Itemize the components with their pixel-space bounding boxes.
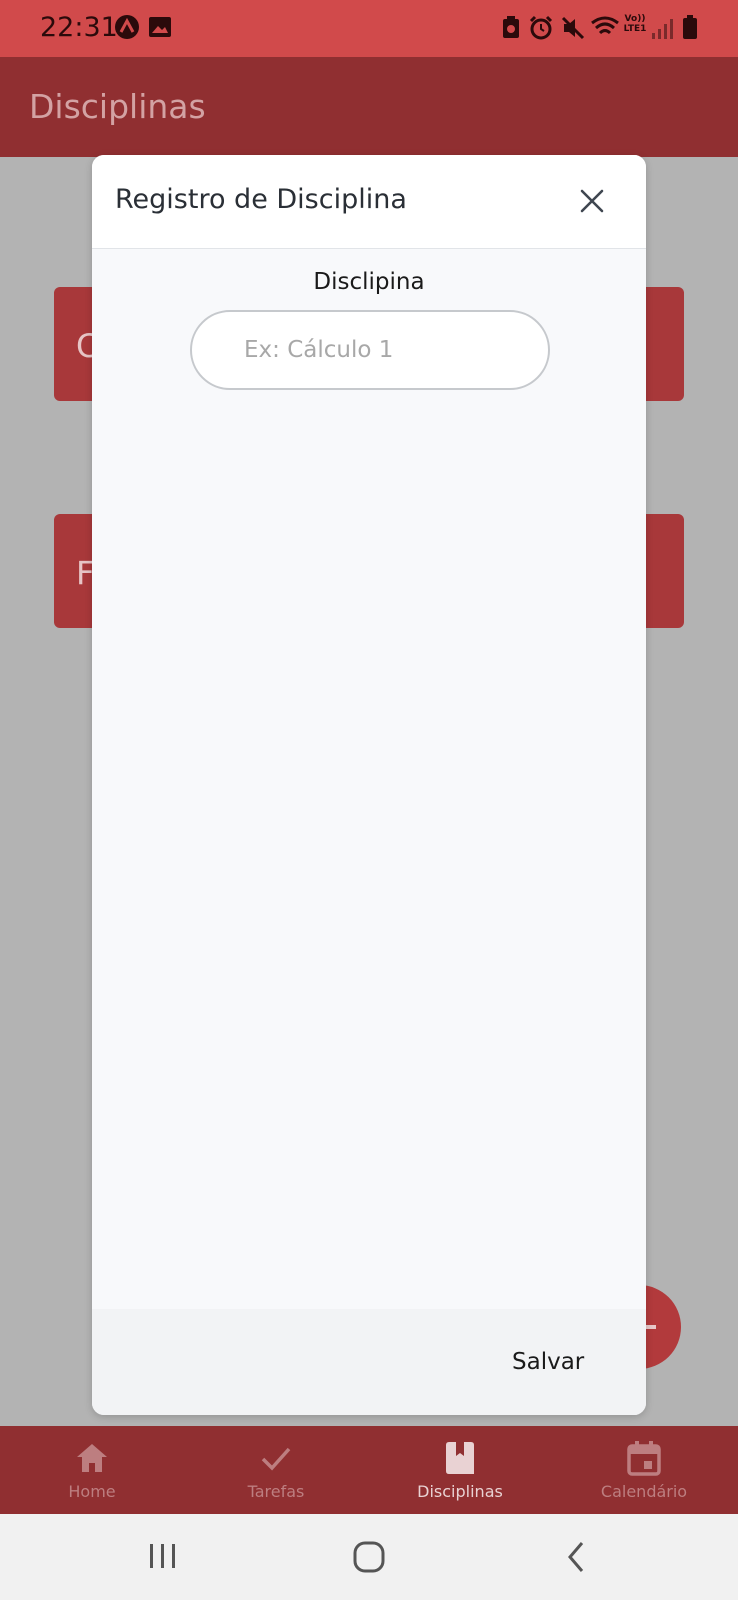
volte-indicator: Vo)) LTE1: [622, 14, 648, 34]
modal-footer: Salvar: [92, 1309, 646, 1415]
recent-apps-icon[interactable]: [148, 1540, 178, 1572]
book-icon: [446, 1442, 474, 1474]
discipline-field-label: Disclipina: [313, 269, 425, 295]
network-label: LTE1: [623, 24, 647, 34]
app-bar: Disciplinas: [0, 57, 738, 157]
tab-calendario[interactable]: Calendário: [552, 1426, 736, 1514]
home-icon: [77, 1444, 107, 1472]
modal-title: Registro de Disciplina: [115, 184, 407, 215]
tab-label: Calendário: [600, 1482, 688, 1501]
status-bar: 22:31 Vo)) LTE1: [0, 0, 738, 57]
battery-saver-icon: [503, 16, 519, 38]
modal-header: Registro de Disciplina: [92, 155, 646, 249]
tab-tarefas[interactable]: Tarefas: [184, 1426, 368, 1514]
page-title: Disciplinas: [29, 87, 206, 126]
tab-disciplinas[interactable]: Disciplinas: [368, 1426, 552, 1514]
discipline-name-input[interactable]: [190, 310, 550, 390]
close-icon[interactable]: [574, 183, 610, 219]
save-button[interactable]: Salvar: [512, 1349, 584, 1375]
tab-label: Home: [68, 1482, 116, 1501]
volte-label: Vo)): [624, 14, 646, 24]
mute-icon: [561, 16, 585, 40]
system-nav-bar: [0, 1514, 738, 1600]
home-button-icon[interactable]: [352, 1540, 386, 1574]
battery-icon: [683, 15, 697, 39]
image-notification-icon: [149, 17, 171, 37]
wifi-icon: [591, 16, 619, 35]
app-notification-icon: [115, 15, 139, 39]
screen: 22:31 Vo)) LTE1 Disciplinas C F Registro…: [0, 0, 738, 1600]
status-time: 22:31: [40, 12, 118, 43]
back-icon[interactable]: [565, 1540, 587, 1574]
tab-label: Tarefas: [247, 1482, 305, 1501]
register-discipline-modal: Registro de Disciplina Disclipina Salvar: [92, 155, 646, 1415]
tab-label: Disciplinas: [417, 1482, 503, 1501]
alarm-icon: [529, 15, 553, 40]
tab-home[interactable]: Home: [0, 1426, 184, 1514]
bottom-tab-bar: Home Tarefas Disciplinas Calendário: [0, 1426, 738, 1514]
signal-icon: [652, 19, 673, 39]
check-icon: [261, 1447, 291, 1471]
calendar-icon: [627, 1441, 661, 1476]
